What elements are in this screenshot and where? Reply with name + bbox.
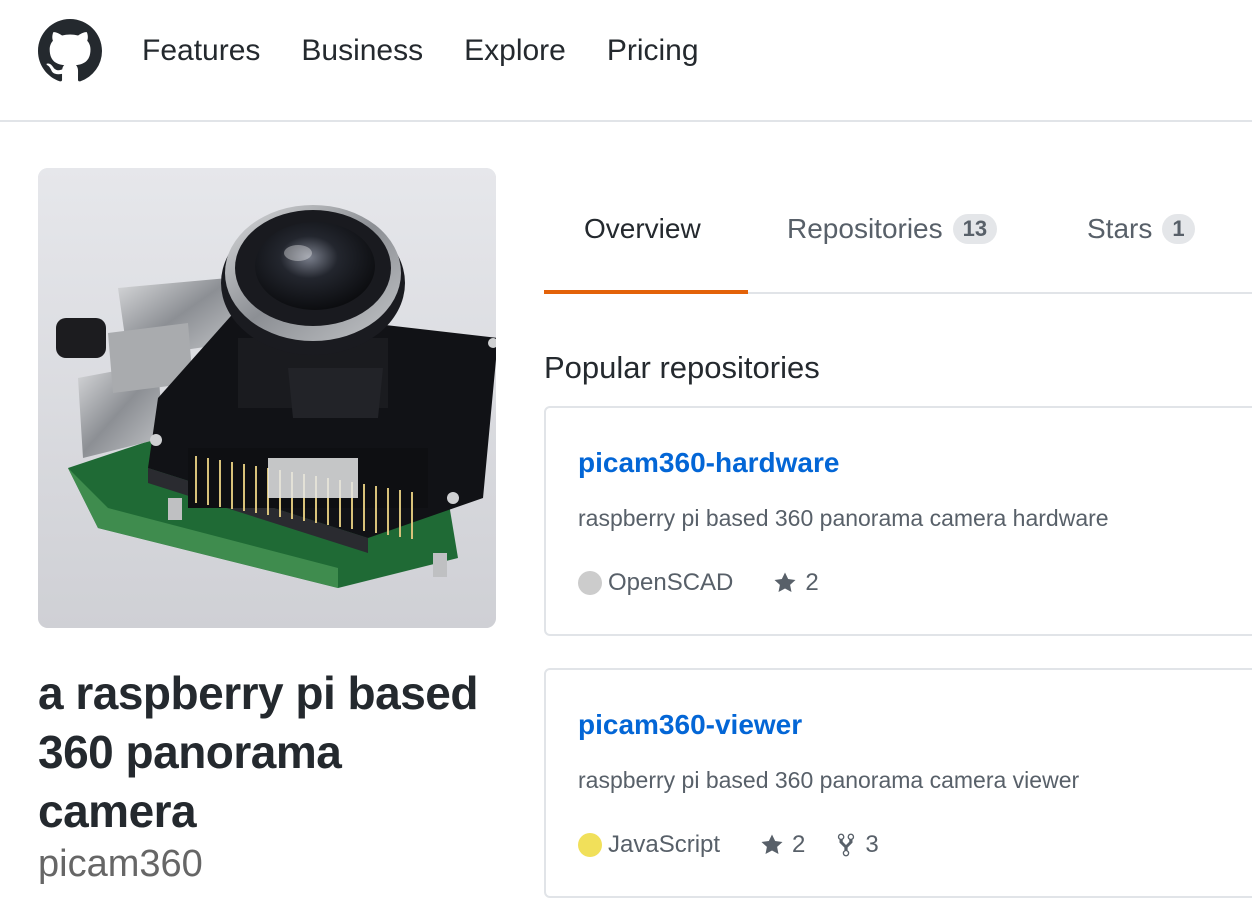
repo-name-link[interactable]: picam360-viewer [578, 708, 802, 742]
repo-card: picam360-hardware raspberry pi based 360… [544, 406, 1252, 636]
repo-description: raspberry pi based 360 panorama camera h… [578, 505, 1109, 531]
repo-stars-count: 2 [792, 831, 806, 858]
language-label: JavaScript [608, 831, 721, 858]
avatar-image [38, 168, 496, 628]
repo-meta: JavaScript 2 3 [578, 830, 909, 860]
language-label: OpenSCAD [608, 569, 734, 596]
stars-count-badge: 1 [1162, 214, 1195, 244]
repo-name-link[interactable]: picam360-hardware [578, 446, 839, 480]
repo-card: picam360-viewer raspberry pi based 360 p… [544, 668, 1252, 898]
language-color-dot [578, 571, 602, 595]
repo-forked-icon [838, 833, 855, 857]
repo-meta: OpenSCAD 2 [578, 568, 849, 598]
tab-overview-label: Overview [584, 213, 701, 244]
nav-pricing-link[interactable]: Pricing [607, 32, 699, 70]
star-icon [761, 834, 783, 854]
repo-forks-link[interactable]: 3 [835, 830, 879, 860]
nav-business-link[interactable]: Business [301, 32, 423, 70]
main-nav: Features Business Explore Pricing [142, 32, 740, 70]
nav-explore-link[interactable]: Explore [464, 32, 566, 70]
site-header: Features Business Explore Pricing [0, 0, 1252, 122]
profile-username: picam360 [38, 843, 203, 885]
tab-repositories[interactable]: Repositories 13 [787, 210, 998, 248]
profile-display-name: a raspberry pi based 360 panorama camera [38, 667, 478, 837]
tab-overview[interactable]: Overview [584, 210, 701, 248]
profile-avatar[interactable] [38, 168, 496, 628]
repo-language: OpenSCAD [578, 568, 733, 598]
star-icon [774, 572, 796, 592]
repositories-count-badge: 13 [952, 214, 998, 244]
selected-tab-underline [544, 290, 748, 294]
language-color-dot [578, 833, 602, 857]
repo-stars-link[interactable]: 2 [760, 830, 805, 860]
repo-forks-count: 3 [865, 831, 879, 858]
repo-stars-link[interactable]: 2 [773, 568, 819, 598]
github-logo-icon[interactable] [38, 19, 102, 83]
profile-tabs: Overview Repositories 13 Stars 1 [544, 190, 1252, 294]
tab-stars[interactable]: Stars 1 [1087, 210, 1195, 248]
tab-repositories-label: Repositories [787, 213, 943, 244]
repo-language: JavaScript [578, 830, 720, 860]
repo-stars-count: 2 [805, 569, 819, 596]
tab-stars-label: Stars [1087, 213, 1153, 244]
nav-features-link[interactable]: Features [142, 32, 260, 70]
repo-description: raspberry pi based 360 panorama camera v… [578, 767, 1080, 793]
popular-repositories-heading: Popular repositories [544, 350, 820, 385]
